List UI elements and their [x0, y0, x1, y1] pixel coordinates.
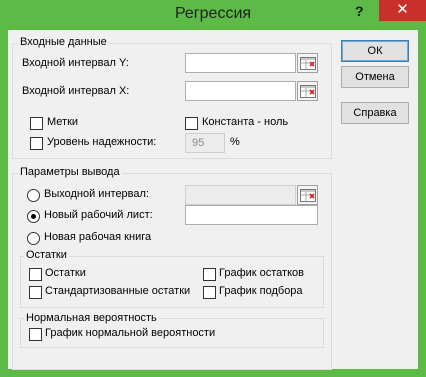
line-fit-plot-label: График подбора	[219, 285, 303, 297]
output-options-legend: Параметры вывода	[18, 166, 122, 178]
new-workbook-radio[interactable]	[27, 232, 40, 245]
labels-checkbox-label: Метки	[47, 116, 79, 128]
standardized-residuals-label: Стандартизованные остатки	[45, 285, 191, 297]
output-range-input[interactable]	[185, 185, 296, 205]
labels-checkbox[interactable]	[30, 117, 43, 130]
output-range-radio[interactable]	[27, 189, 40, 202]
cancel-button[interactable]: Отмена	[341, 66, 409, 88]
confidence-level-label: Уровень надежности:	[47, 136, 157, 148]
range-collapse-icon	[300, 57, 316, 70]
residual-plot-label: График остатков	[219, 267, 304, 279]
output-range-selector-button[interactable]	[297, 185, 318, 205]
help-icon[interactable]: ?	[355, 3, 364, 19]
x-range-selector-button[interactable]	[297, 81, 318, 101]
normal-probability-plot-checkbox[interactable]	[29, 328, 42, 341]
x-range-label: Входной интервал X:	[22, 85, 130, 97]
new-sheet-name-input[interactable]	[185, 205, 318, 225]
confidence-level-input[interactable]: 95	[185, 133, 225, 153]
constant-zero-checkbox[interactable]	[185, 117, 198, 130]
percent-sign: %	[230, 136, 240, 148]
close-button[interactable]: ✕	[379, 0, 426, 21]
normal-probability-plot-label: График нормальной вероятности	[45, 327, 216, 339]
new-sheet-radio[interactable]	[27, 210, 40, 223]
residual-plot-checkbox[interactable]	[203, 268, 216, 281]
line-fit-plot-checkbox[interactable]	[203, 286, 216, 299]
standardized-residuals-checkbox[interactable]	[29, 286, 42, 299]
residuals-checkbox[interactable]	[29, 268, 42, 281]
output-range-label: Выходной интервал:	[44, 188, 149, 200]
normal-probability-legend: Нормальная вероятность	[24, 312, 159, 324]
residuals-checkbox-label: Остатки	[45, 267, 86, 279]
y-range-input[interactable]	[185, 53, 296, 73]
residuals-legend: Остатки	[24, 249, 69, 261]
new-workbook-label: Новая рабочая книга	[44, 231, 152, 243]
title-bar[interactable]: Регрессия ? ✕	[0, 0, 426, 30]
confidence-level-checkbox[interactable]	[30, 137, 43, 150]
x-range-input[interactable]	[185, 81, 296, 101]
range-collapse-icon	[300, 189, 316, 202]
constant-zero-label: Константа - ноль	[202, 116, 289, 128]
y-range-selector-button[interactable]	[297, 53, 318, 73]
residuals-group	[20, 256, 324, 308]
new-sheet-label: Новый рабочий лист:	[44, 209, 153, 221]
dialog-body: Входные данные Входной интервал Y: Входн…	[8, 30, 418, 370]
regression-dialog: Регрессия ? ✕ Входные данные Входной инт…	[0, 0, 426, 377]
ok-button[interactable]: ОК	[341, 40, 409, 62]
range-collapse-icon	[300, 85, 316, 98]
input-data-legend: Входные данные	[18, 36, 109, 48]
help-button[interactable]: Справка	[341, 102, 409, 124]
y-range-label: Входной интервал Y:	[22, 57, 129, 69]
